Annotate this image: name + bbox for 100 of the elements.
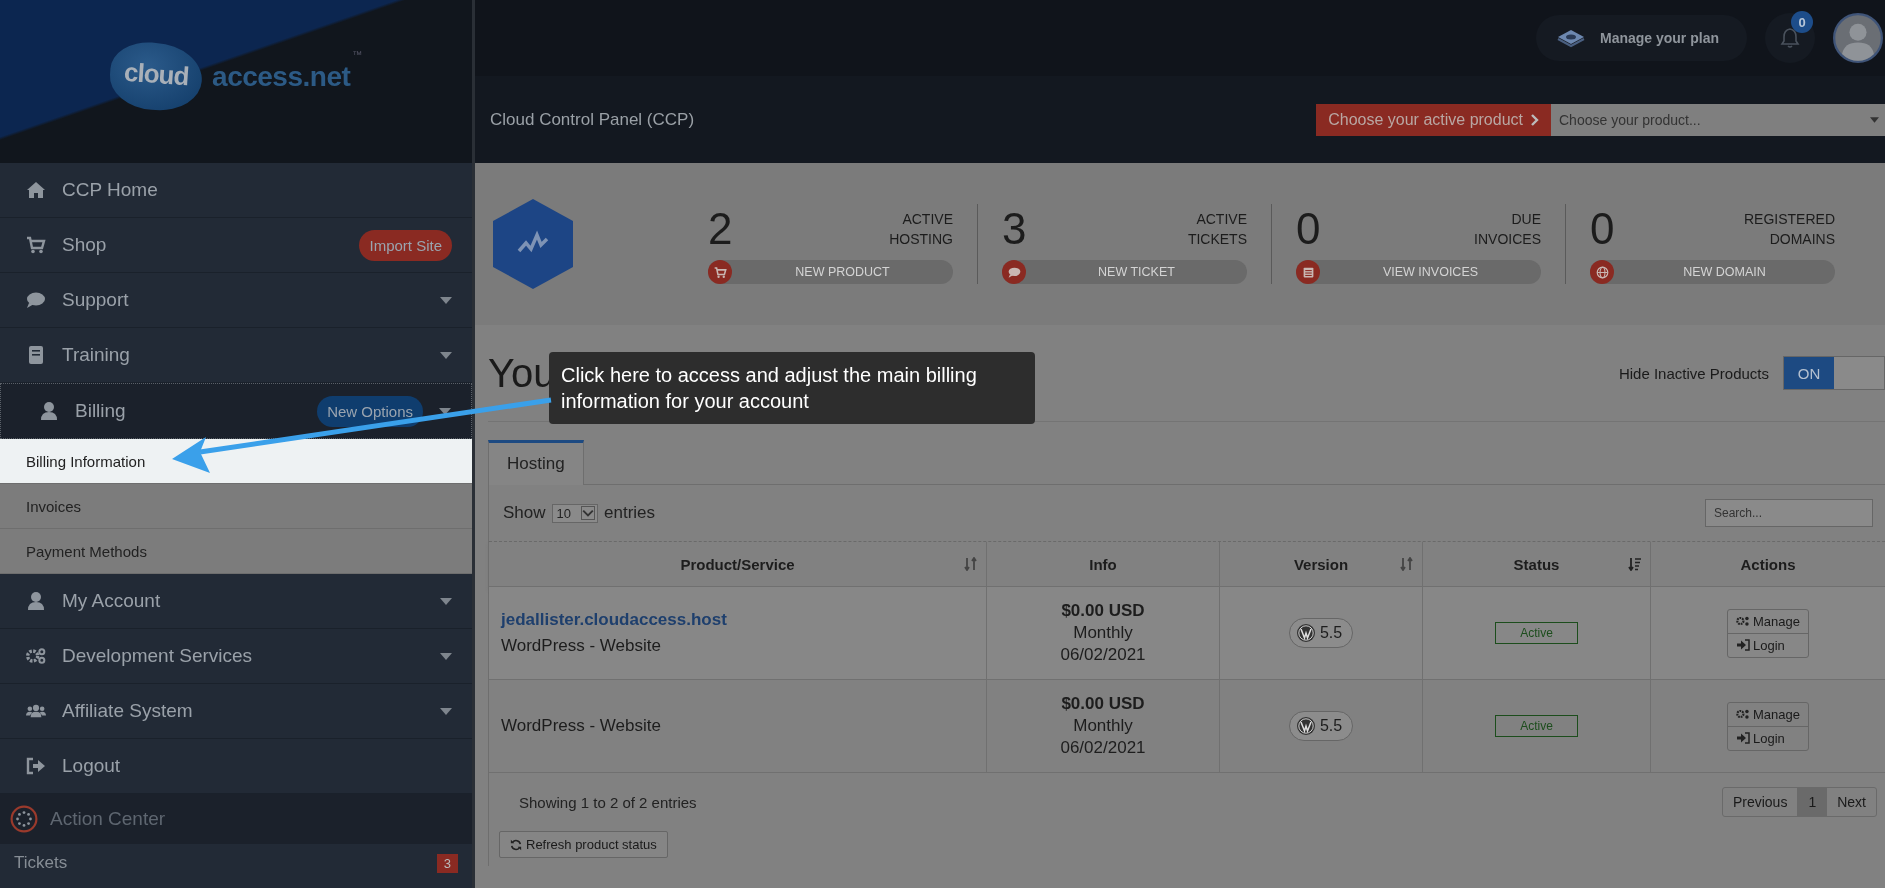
column-header[interactable]: Product/Service	[489, 542, 987, 586]
cart-icon	[713, 265, 727, 279]
action-button[interactable]: Manage	[1728, 609, 1808, 633]
sort-icon[interactable]	[1400, 557, 1414, 571]
submenu-item[interactable]: Invoices	[0, 484, 472, 529]
sidebar-item[interactable]: Affiliate System	[0, 684, 472, 739]
chevron-right-icon	[1531, 113, 1539, 126]
sidebar-item[interactable]: Shop Import Site	[0, 218, 472, 273]
hide-inactive-label: Hide Inactive Products	[1618, 364, 1769, 382]
spinner-icon	[10, 805, 38, 833]
gears-icon	[1736, 708, 1750, 720]
sidebar-badge[interactable]: New Options	[317, 395, 423, 427]
logout-icon	[26, 756, 46, 776]
cart-icon	[26, 235, 46, 255]
version-badge: 5.5	[1288, 618, 1354, 648]
stat-action-button[interactable]: NEW TICKET	[1002, 260, 1247, 284]
pulse-hexagon-icon	[493, 199, 573, 289]
sort-icon[interactable]	[964, 557, 978, 571]
home-icon	[26, 180, 46, 200]
product-type: WordPress - Website	[501, 716, 661, 736]
entries-label: entries	[604, 503, 656, 523]
action-button[interactable]: Login	[1728, 632, 1808, 657]
price-text: $0.00 USD	[1061, 693, 1145, 715]
stat-action-button[interactable]: NEW PRODUCT	[708, 260, 953, 284]
product-type: WordPress - Website	[501, 636, 661, 656]
stat-number: 2	[708, 204, 733, 254]
avatar[interactable]	[1833, 13, 1883, 63]
list-icon	[1301, 265, 1315, 279]
product-select[interactable]: Choose your product...	[1551, 103, 1885, 136]
action-button[interactable]: Login	[1728, 725, 1808, 750]
page-title: Cloud Control Panel (CCP)	[490, 109, 695, 130]
logo-text: access.net	[212, 60, 351, 93]
caret-icon	[1870, 116, 1879, 123]
toggle-switch[interactable]: ON	[1783, 356, 1885, 390]
gears-icon	[1736, 615, 1750, 627]
tickets-label: Tickets	[14, 853, 68, 873]
search-field[interactable]: Search...	[1705, 499, 1873, 527]
billing-cycle: Monthly	[1073, 622, 1133, 644]
billing-cycle: Monthly	[1073, 715, 1133, 737]
status-badge: Active	[1495, 715, 1578, 737]
stat-label: DUE INVOICES	[1474, 210, 1541, 249]
stat-number: 0	[1296, 204, 1321, 254]
stat-number: 0	[1590, 204, 1615, 254]
column-header[interactable]: Actions	[1651, 542, 1885, 586]
action-button[interactable]: Manage	[1728, 702, 1808, 726]
refresh-icon	[510, 838, 522, 851]
version-badge: 5.5	[1288, 711, 1354, 741]
date-text: 06/02/2021	[1060, 644, 1146, 666]
product-link[interactable]: jedallister.cloudaccess.host	[501, 610, 727, 630]
status-badge: Active	[1495, 622, 1578, 644]
stat-action-button[interactable]: NEW DOMAIN	[1590, 260, 1835, 284]
choose-product-button[interactable]: Choose your active product	[1316, 103, 1551, 136]
login-icon	[1736, 732, 1750, 744]
stat-label: ACTIVE TICKETS	[1187, 210, 1247, 249]
notification-count: 0	[1791, 11, 1813, 33]
sidebar-item[interactable]: Billing New Options	[0, 383, 472, 439]
stat-action-button[interactable]: VIEW INVOICES	[1296, 260, 1541, 284]
pagination-button[interactable]: 1	[1797, 788, 1827, 816]
sidebar-item[interactable]: Support	[0, 273, 472, 328]
sort-descending-icon[interactable]	[1628, 557, 1642, 571]
sidebar-item[interactable]: CCP Home	[0, 163, 472, 218]
globe-icon	[1595, 265, 1609, 279]
count-badge: 3	[436, 853, 458, 873]
wordpress-icon	[1295, 623, 1316, 643]
login-icon	[1736, 639, 1750, 651]
column-header[interactable]: Info	[987, 542, 1220, 586]
gears-icon	[26, 646, 46, 666]
entries-select[interactable]: 10	[551, 503, 598, 523]
tooltip: Click here to access and adjust the main billing information for your account	[549, 352, 1035, 424]
action-center-title: Action Center	[50, 808, 166, 830]
manage-plan-button[interactable]: Manage your plan	[1535, 15, 1747, 61]
pagination-button[interactable]: Previous	[1722, 788, 1798, 816]
user-icon	[39, 401, 59, 421]
trademark-sign: ™	[352, 49, 363, 60]
date-text: 06/02/2021	[1060, 737, 1146, 759]
book-icon	[26, 345, 46, 365]
submenu-item[interactable]: Payment Methods	[0, 529, 472, 574]
price-text: $0.00 USD	[1061, 600, 1145, 622]
tab[interactable]: Hosting	[488, 440, 584, 485]
stat-label: ACTIVE HOSTING	[889, 210, 953, 249]
refresh-button[interactable]: Refresh product status	[499, 831, 668, 858]
notifications-button[interactable]: 0	[1765, 13, 1815, 63]
stat-number: 3	[1002, 204, 1027, 254]
user-icon	[26, 591, 46, 611]
caret-icon	[581, 506, 595, 520]
column-header[interactable]: Status	[1423, 542, 1651, 586]
submenu-item[interactable]: Billing Information	[0, 439, 472, 484]
layers-icon	[1555, 28, 1586, 48]
action-center-item[interactable]: Tickets 3	[0, 844, 472, 882]
table-info: Showing 1 to 2 of 2 entries	[519, 793, 697, 811]
sidebar-item[interactable]: Development Services	[0, 629, 472, 684]
column-header[interactable]: Version	[1220, 542, 1423, 586]
sidebar-badge[interactable]: Import Site	[359, 229, 452, 261]
bell-icon	[1780, 27, 1800, 49]
pagination-button[interactable]: Next	[1826, 788, 1876, 816]
show-label: Show	[503, 503, 546, 523]
chat-icon	[1007, 265, 1021, 279]
sidebar-item[interactable]: My Account	[0, 574, 472, 629]
stat-label: REGISTERED DOMAINS	[1744, 210, 1835, 249]
chat-icon	[26, 290, 46, 310]
